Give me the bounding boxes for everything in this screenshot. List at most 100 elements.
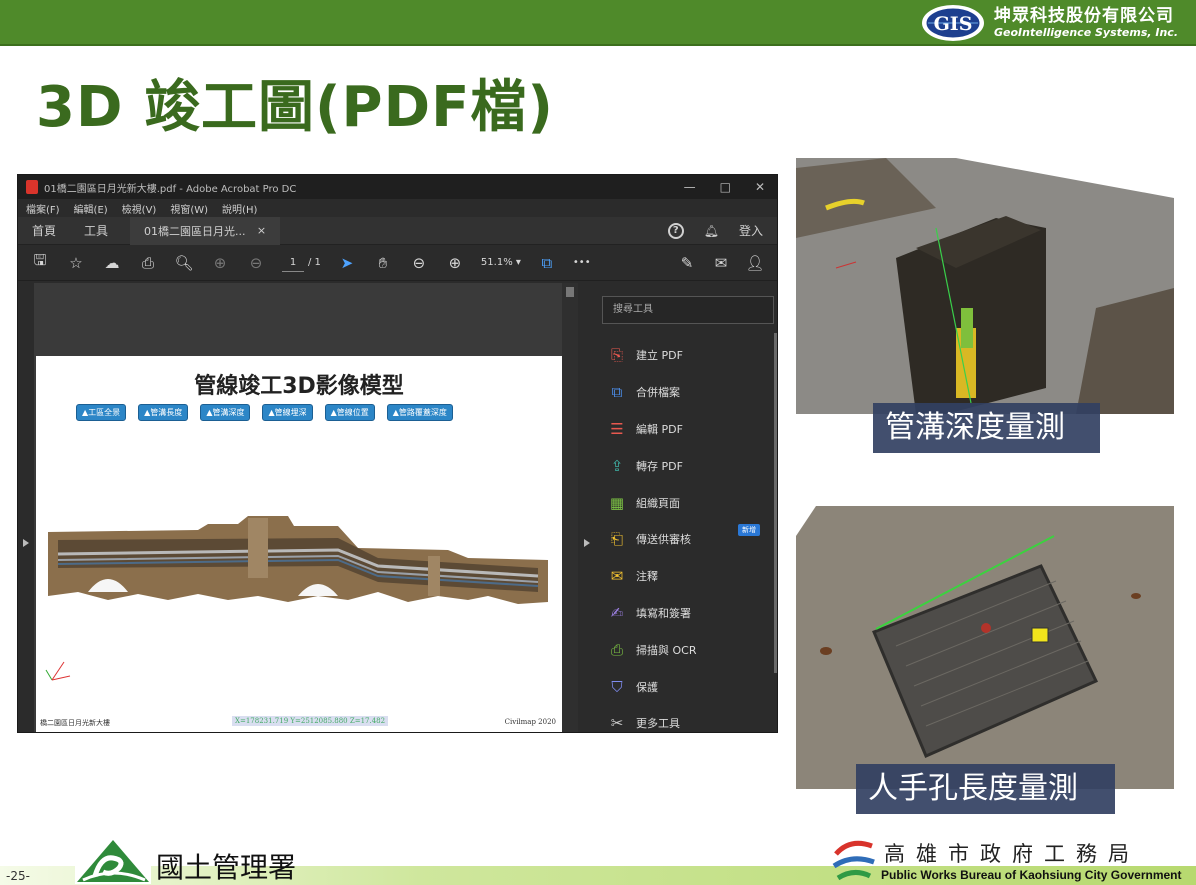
share-user-icon[interactable]: 👤︎	[745, 254, 765, 272]
manhole-length-photo	[796, 506, 1174, 789]
page-fit-icon[interactable]: ⧉	[537, 254, 557, 272]
pdf-heading: 管線竣工3D影像模型	[194, 374, 404, 399]
tools-list: ⎘ 建立 PDF ⧉ 合併檔案 ☰ 編輯 PDF ⇪ 轉存 PDF ▦ 組織頁面 ⎗ 傳送供審核 新增 ✉…	[608, 337, 768, 733]
collapse-arrow-icon[interactable]	[584, 539, 590, 547]
tab-tools[interactable]: 工具	[70, 217, 122, 245]
protect-icon: ⛉	[611, 677, 623, 696]
pdf-view-button[interactable]: ▲管線埋深	[262, 404, 313, 421]
pdf-view-button[interactable]: ▲管路覆蓋深度	[386, 404, 453, 421]
3d-pipeline-model[interactable]	[48, 496, 548, 616]
tool-item-label: 合併檔案	[636, 386, 680, 400]
page-number: -25-	[6, 869, 30, 883]
pdf-page: 管線竣工3D影像模型 ▲工區全景 ▲管溝長度 ▲管溝深度 ▲管線埋深 ▲管線位置…	[36, 356, 562, 732]
zoom-out-icon[interactable]: ⊖	[409, 254, 429, 272]
tools-panel: 搜尋工具 ⎘ 建立 PDF ⧉ 合併檔案 ☰ 編輯 PDF ⇪ 轉存 PDF ▦ 組織頁面 ⎗ 傳送供…	[598, 283, 777, 733]
pdf-view-button[interactable]: ▲管溝長度	[138, 404, 189, 421]
menu-view[interactable]: 檢視(V)	[122, 201, 157, 216]
kaohsiung-bureau-en: Public Works Bureau of Kaohsiung City Go…	[881, 868, 1182, 882]
tool-item[interactable]: ✉ 注釋	[608, 558, 768, 595]
zoom-search-icon[interactable]: 🔍︎	[174, 254, 194, 272]
bookmark-star-icon[interactable]: ☆	[66, 254, 86, 272]
tool-item-label: 建立 PDF	[636, 349, 683, 363]
company-name-en: GeoIntelligence Systems, Inc.	[994, 26, 1178, 39]
tool-item[interactable]: ☰ 編輯 PDF	[608, 411, 768, 448]
close-window-button[interactable]: ✕	[755, 180, 765, 194]
help-icon[interactable]: ?	[667, 222, 684, 239]
tools-panel-scrollbar[interactable]	[774, 333, 777, 673]
gis-logo-icon: GIS	[922, 5, 985, 41]
prev-page-icon[interactable]: ⊕	[210, 254, 230, 272]
tool-item[interactable]: ⎘ 建立 PDF	[608, 337, 768, 374]
left-panel-strip	[18, 283, 34, 732]
tool-item[interactable]: ⧉ 合併檔案	[608, 374, 768, 411]
tab-document[interactable]: 01橋二園區日月光... ×	[130, 216, 281, 245]
select-cursor-icon[interactable]: ➤	[337, 254, 357, 272]
zoom-value: 51.1%	[480, 257, 513, 268]
comment-icon: ✉	[610, 567, 624, 586]
next-page-icon[interactable]: ⊖	[246, 254, 266, 272]
top-banner: GIS 坤眾科技股份有限公司 GeoIntelligence Systems, …	[0, 0, 1196, 46]
tool-item-label: 掃描與 OCR	[636, 643, 697, 657]
page-total: / 1	[308, 257, 321, 268]
minimize-button[interactable]: —	[684, 180, 696, 194]
bell-icon[interactable]: 🔔︎	[704, 224, 719, 238]
tool-item[interactable]: ✂ 更多工具	[608, 705, 768, 733]
tool-item[interactable]: ⎙ 掃描與 OCR	[608, 631, 768, 668]
upload-cloud-icon[interactable]: ☁	[102, 254, 122, 272]
trench-depth-caption: 管溝深度量測	[873, 403, 1100, 453]
document-viewport[interactable]: 管線竣工3D影像模型 ▲工區全景 ▲管溝長度 ▲管溝深度 ▲管線埋深 ▲管線位置…	[18, 283, 578, 732]
nlma-name: 國土管理署	[156, 851, 297, 884]
print-icon[interactable]: ⎙	[138, 254, 158, 272]
tab-document-label: 01橋二園區日月光...	[144, 224, 246, 238]
tools-panel-toggle[interactable]	[578, 283, 598, 732]
more-tools-icon: ✂	[610, 714, 624, 733]
pdf-view-button[interactable]: ▲管溝深度	[200, 404, 251, 421]
tool-item[interactable]: ⎗ 傳送供審核 新增	[608, 521, 768, 558]
pdf-view-button[interactable]: ▲管線位置	[324, 404, 375, 421]
tool-item[interactable]: ⇪ 轉存 PDF	[608, 447, 768, 484]
document-scroll-thumb[interactable]	[566, 287, 574, 297]
combine-files-icon: ⧉	[611, 383, 623, 402]
save-icon[interactable]: 🖫	[30, 250, 50, 275]
pdf-view-button[interactable]: ▲工區全景	[76, 404, 127, 421]
nlma-mountain-icon	[77, 840, 149, 882]
create-pdf-icon: ⎘	[610, 346, 623, 365]
sign-pen-icon[interactable]: ✎	[677, 254, 697, 272]
menu-window[interactable]: 視窗(W)	[170, 201, 208, 216]
acrobat-titlebar: 01橋二園區日月光新大樓.pdf - Adobe Acrobat Pro DC …	[18, 175, 777, 199]
menu-edit[interactable]: 編輯(E)	[74, 201, 108, 216]
menu-help[interactable]: 說明(H)	[222, 201, 257, 216]
maximize-button[interactable]: □	[720, 180, 731, 194]
tool-item-label: 編輯 PDF	[636, 422, 683, 436]
sign-in-link[interactable]: 登入	[739, 222, 763, 239]
tool-item-label: 填寫和簽署	[636, 606, 691, 620]
menu-file[interactable]: 檔案(F)	[26, 201, 60, 216]
tool-item[interactable]: ⛉ 保護	[608, 668, 768, 705]
expand-left-panel-icon[interactable]	[23, 539, 29, 547]
zoom-level-select[interactable]: 51.1% ▾	[481, 257, 521, 268]
edit-pdf-icon: ☰	[610, 419, 624, 438]
tools-search-input[interactable]: 搜尋工具	[602, 296, 774, 324]
acrobat-window: 01橋二園區日月光新大樓.pdf - Adobe Acrobat Pro DC …	[17, 174, 778, 733]
pdf-footer: 橋二園區日月光新大樓 X=178231.719 Y=2512085.880 Z=…	[36, 716, 562, 730]
tab-close-icon[interactable]: ×	[257, 224, 266, 237]
tool-item[interactable]: ▦ 組織頁面	[608, 484, 768, 521]
nlma-logo	[75, 836, 151, 884]
hand-tool-icon[interactable]: ✋︎	[373, 254, 393, 272]
window-title: 01橋二園區日月光新大樓.pdf - Adobe Acrobat Pro DC	[44, 183, 297, 195]
more-options-icon[interactable]: •••	[573, 257, 591, 268]
company-logo-group: GIS 坤眾科技股份有限公司 GeoIntelligence Systems, …	[920, 0, 1178, 46]
main-toolbar: 🖫 ☆ ☁ ⎙ 🔍︎ ⊕ ⊖ 1 / 1 ➤ ✋︎ ⊖ ⊕ 51.1% ▾ ⧉ …	[18, 245, 777, 281]
pdf-file-icon	[26, 180, 38, 194]
zoom-in-icon[interactable]: ⊕	[445, 254, 465, 272]
scan-ocr-icon: ⎙	[610, 640, 623, 659]
pdf-footer-coordinates: X=178231.719 Y=2512085.880 Z=17.482	[232, 716, 389, 726]
fill-sign-icon: ✍	[610, 603, 624, 622]
tool-item[interactable]: ✍ 填寫和簽署	[608, 595, 768, 632]
page-number-input[interactable]: 1	[282, 254, 304, 272]
mail-icon[interactable]: ✉	[711, 254, 731, 272]
tool-item-label: 轉存 PDF	[636, 459, 683, 473]
tab-home[interactable]: 首頁	[18, 217, 70, 245]
document-scrollbar[interactable]	[562, 283, 578, 732]
export-pdf-icon: ⇪	[610, 456, 624, 475]
